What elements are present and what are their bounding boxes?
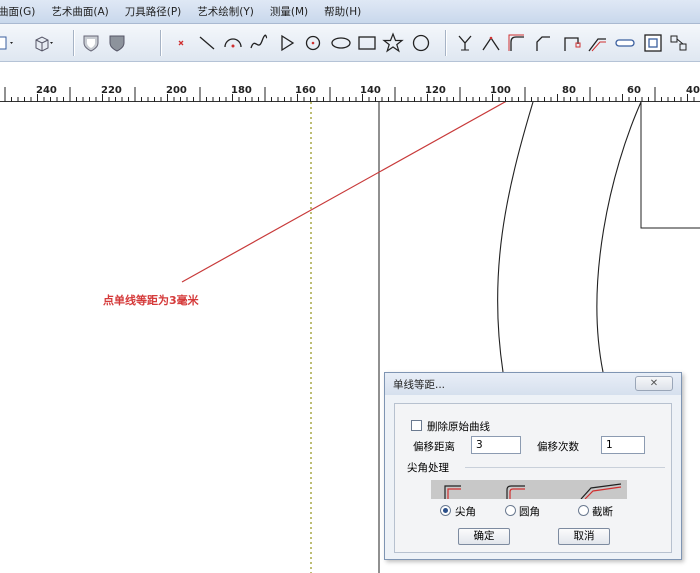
menu-toolpath[interactable]: 刀具路径(P)	[117, 4, 190, 19]
annotation-arrow-line	[181, 102, 507, 283]
frame-icon[interactable]	[642, 32, 664, 54]
ok-button[interactable]: 确定	[458, 528, 510, 545]
toolbar	[0, 24, 700, 62]
menu-measure[interactable]: 测量(M)	[262, 4, 316, 19]
offset-dialog: 单线等距... ✕ 删除原始曲线 偏移距离 3 偏移次数 1 尖角处理 尖角 圆…	[384, 372, 682, 560]
slot-icon[interactable]	[614, 32, 636, 54]
corner-icon[interactable]	[560, 32, 582, 54]
corner-round-label: 圆角	[519, 506, 540, 518]
offset-count-input[interactable]: 1	[601, 436, 645, 454]
corner-sharp-label: 尖角	[455, 506, 476, 518]
fillet-icon[interactable]	[506, 32, 528, 54]
ruler-label: 100	[490, 85, 511, 96]
ruler-label: 220	[101, 85, 122, 96]
cube-view-icon[interactable]	[32, 32, 54, 54]
ruler-label: 120	[425, 85, 446, 96]
polygon-icon[interactable]	[276, 32, 298, 54]
corner-preview-strip	[431, 480, 627, 499]
star-icon[interactable]	[382, 32, 404, 54]
circle-dot-icon[interactable]	[302, 32, 324, 54]
menu-help[interactable]: 帮助(H)	[316, 4, 369, 19]
close-button[interactable]: ✕	[635, 376, 673, 391]
offset-icon[interactable]	[586, 32, 608, 54]
point-icon[interactable]	[170, 32, 192, 54]
more-icon[interactable]	[668, 32, 690, 54]
view-dropdown-icon[interactable]	[0, 32, 16, 54]
corner-preview-graphics	[444, 483, 622, 499]
trim-icon[interactable]	[454, 32, 476, 54]
rectangle-outline	[640, 102, 700, 229]
corner-round-radio[interactable]	[505, 505, 516, 516]
shield-dark-icon[interactable]	[106, 32, 128, 54]
ruler-label: 180	[231, 85, 252, 96]
menu-art-draw[interactable]: 艺术绘制(Y)	[189, 4, 262, 19]
shield-gray-icon[interactable]	[80, 32, 102, 54]
sharp-corner-preview	[444, 485, 461, 499]
section-divider	[465, 467, 665, 468]
round-corner-offset	[509, 488, 525, 499]
corner-cutoff-label: 截断	[592, 506, 613, 518]
corner-cutoff-radio[interactable]	[578, 505, 589, 516]
ruler-label: 140	[360, 85, 381, 96]
angle-icon[interactable]	[480, 32, 502, 54]
offset-distance-input[interactable]: 3	[471, 436, 521, 454]
horizontal-ruler: 240 220 200 180 160 140 120 100 80 60 40	[0, 84, 700, 102]
ruler-label: 240	[36, 85, 57, 96]
spline-icon[interactable]	[248, 32, 270, 54]
ruler-label: 200	[166, 85, 187, 96]
offset-count-label: 偏移次数	[537, 441, 579, 453]
ruler-label: 40	[686, 85, 700, 96]
curve-left	[497, 102, 534, 373]
ellipse-icon[interactable]	[330, 32, 352, 54]
delete-original-label: 删除原始曲线	[427, 421, 490, 433]
corner-section-label: 尖角处理	[407, 462, 449, 474]
ruler-label: 60	[627, 85, 641, 96]
menu-bar: 曲面(G) 艺术曲面(A) 刀具路径(P) 艺术绘制(Y) 测量(M) 帮助(H…	[0, 0, 700, 24]
menu-surface[interactable]: 曲面(G)	[0, 4, 43, 19]
line-icon[interactable]	[196, 32, 218, 54]
sharp-corner-offset	[447, 488, 461, 499]
arc-icon[interactable]	[222, 32, 244, 54]
rectangle-icon[interactable]	[356, 32, 378, 54]
offset-distance-label: 偏移距离	[413, 441, 455, 453]
curve-right	[596, 102, 642, 373]
cancel-button[interactable]: 取消	[558, 528, 610, 545]
ruler-label: 160	[295, 85, 316, 96]
menu-art-surface[interactable]: 艺术曲面(A)	[43, 4, 116, 19]
chamfer-icon[interactable]	[532, 32, 554, 54]
circle-icon[interactable]	[410, 32, 432, 54]
dialog-title: 单线等距...	[393, 379, 446, 391]
ruler-label: 80	[562, 85, 576, 96]
corner-sharp-radio[interactable]	[440, 505, 451, 516]
delete-original-checkbox[interactable]	[411, 420, 422, 431]
dialog-title-bar[interactable]: 单线等距... ✕	[385, 373, 681, 395]
annotation-label: 点单线等距为3毫米	[103, 294, 199, 307]
